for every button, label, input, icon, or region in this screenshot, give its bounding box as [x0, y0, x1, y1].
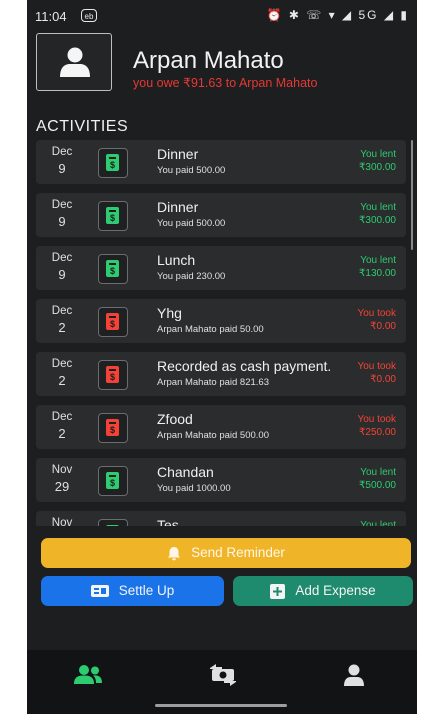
friend-header: Arpan Mahato you owe ₹91.63 to Arpan Mah… — [36, 33, 406, 93]
status-time: 11:04 — [35, 9, 67, 24]
activity-day: 9 — [58, 161, 66, 176]
activity-day: 2 — [58, 373, 66, 388]
send-reminder-button[interactable]: Send Reminder — [41, 538, 411, 568]
activity-title: Tes — [157, 517, 179, 526]
activity-amount: ₹130.00 — [359, 268, 396, 279]
receipt-icon: $ — [98, 254, 128, 284]
activity-amount: ₹300.00 — [359, 215, 396, 226]
activity-status: You took — [357, 361, 396, 372]
home-indicator — [155, 704, 287, 707]
activity-month: Dec — [51, 358, 73, 370]
activity-payer: Arpan Mahato paid 500.00 — [157, 430, 269, 441]
activity-card[interactable]: Nov $ Tes You lent — [36, 511, 406, 526]
activity-amount: ₹300.00 — [359, 162, 396, 173]
add-expense-label: Add Expense — [295, 583, 376, 598]
add-expense-button[interactable]: Add Expense — [233, 576, 413, 606]
activity-month: Dec — [51, 411, 73, 423]
money-bill-icon — [90, 585, 109, 598]
receipt-icon: $ — [98, 307, 128, 337]
activity-day: 29 — [54, 479, 70, 494]
activity-payer: You paid 500.00 — [157, 218, 226, 229]
activity-title: Dinner — [157, 146, 199, 162]
activity-day: 2 — [58, 320, 66, 335]
receipt-icon: $ — [98, 201, 128, 231]
friends-icon[interactable] — [73, 664, 103, 686]
system-icons: ⏰ ✱ ☏ ▾ ◢ 5G ◢ ▮ — [266, 8, 409, 22]
activity-amount: ₹250.00 — [359, 427, 396, 438]
friend-name: Arpan Mahato — [133, 47, 284, 74]
status-bar: 11:04 eb ⏰ ✱ ☏ ▾ ◢ 5G ◢ ▮ — [27, 0, 417, 32]
profile-icon[interactable] — [343, 664, 365, 686]
activity-payer: Arpan Mahato paid 821.63 — [157, 377, 269, 388]
activity-title: Zfood — [157, 411, 193, 427]
activity-amount: ₹0.00 — [370, 374, 396, 385]
money-exchange-icon[interactable] — [208, 664, 238, 686]
activity-amount: ₹0.00 — [370, 321, 396, 332]
activity-payer: You paid 500.00 — [157, 165, 226, 176]
settle-up-label: Settle Up — [118, 583, 175, 598]
activity-card[interactable]: Dec 2 $ Zfood Arpan Mahato paid 500.00 You to… — [36, 405, 406, 449]
avatar[interactable] — [36, 33, 112, 91]
activity-list[interactable]: Dec 9 $ Dinner You paid 500.00 You lent ₹300.0… — [36, 138, 411, 526]
activity-card[interactable]: Dec 9 $ Dinner You paid 500.00 You lent ₹300.0… — [36, 140, 406, 184]
user-icon — [60, 47, 90, 77]
section-title: ACTIVITIES — [36, 118, 129, 135]
activity-card[interactable]: Dec 9 $ Lunch You paid 230.00 You lent ₹130.00 — [36, 246, 406, 290]
activity-month: Dec — [51, 146, 73, 158]
activity-payer: Arpan Mahato paid 50.00 — [157, 324, 264, 335]
activity-card[interactable]: Dec 9 $ Dinner You paid 500.00 You lent ₹300.0… — [36, 193, 406, 237]
activity-status: You took — [357, 308, 396, 319]
activity-title: Chandan — [157, 464, 214, 480]
balance-summary: you owe ₹91.63 to Arpan Mahato — [133, 76, 318, 90]
receipt-icon: $ — [98, 466, 128, 496]
receipt-icon: $ — [98, 148, 128, 178]
activity-status: You lent — [360, 467, 396, 478]
send-reminder-label: Send Reminder — [191, 545, 285, 560]
activity-card[interactable]: Nov 29 $ Chandan You paid 1000.00 You lent ₹50… — [36, 458, 406, 502]
list-scrollbar[interactable] — [411, 140, 413, 250]
activity-payer: You paid 230.00 — [157, 271, 226, 282]
app-notification-icon: eb — [81, 9, 97, 22]
activity-status: You lent — [360, 520, 396, 526]
plus-square-icon — [270, 583, 286, 599]
activity-status: You lent — [360, 202, 396, 213]
activity-title: Recorded as cash payment. — [157, 358, 332, 374]
activity-card[interactable]: Dec 2 $ Yhg Arpan Mahato paid 50.00 You took ₹… — [36, 299, 406, 343]
activity-status: You lent — [360, 255, 396, 266]
activity-day: 2 — [58, 426, 66, 441]
receipt-icon: $ — [98, 413, 128, 443]
settle-up-button[interactable]: Settle Up — [41, 576, 224, 606]
activity-title: Dinner — [157, 199, 199, 215]
activity-month: Dec — [51, 305, 73, 317]
activity-card[interactable]: Dec 2 $ Recorded as cash payment. Arpan Maha… — [36, 352, 406, 396]
activity-payer: You paid 1000.00 — [157, 483, 231, 494]
activity-month: Nov — [51, 517, 73, 526]
activity-month: Dec — [51, 199, 73, 211]
phone-screen: 11:04 eb ⏰ ✱ ☏ ▾ ◢ 5G ◢ ▮ Arpan Mahato y… — [27, 0, 417, 714]
activity-amount: ₹500.00 — [359, 480, 396, 491]
activity-title: Yhg — [157, 305, 182, 321]
receipt-icon: $ — [98, 360, 128, 390]
activity-day: 9 — [58, 267, 66, 282]
bell-icon — [168, 546, 181, 561]
activity-title: Lunch — [157, 252, 196, 268]
activity-status: You lent — [360, 149, 396, 160]
activity-month: Dec — [51, 252, 73, 264]
activity-status: You took — [357, 414, 396, 425]
activity-day: 9 — [58, 214, 66, 229]
receipt-icon: $ — [98, 519, 128, 526]
activity-month: Nov — [51, 464, 73, 476]
